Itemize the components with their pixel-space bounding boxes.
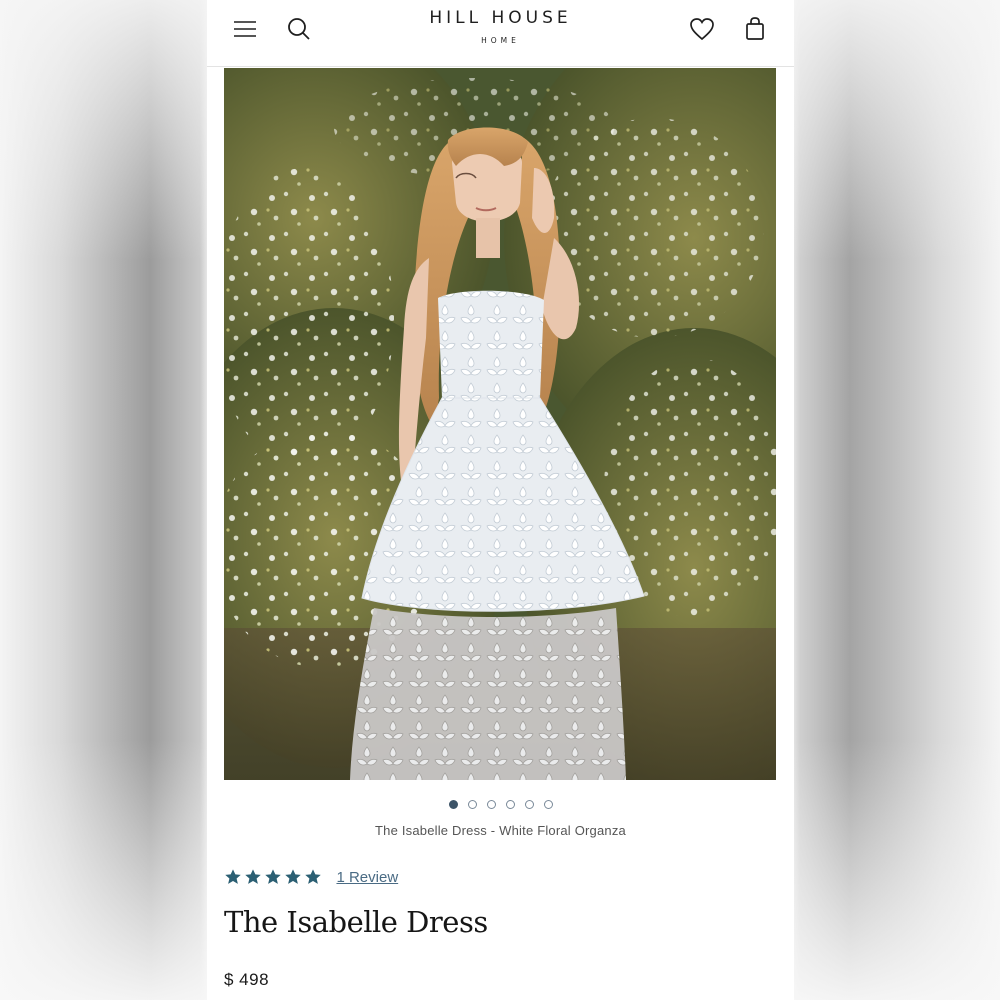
shopping-bag-icon [746,17,764,40]
star-icon [224,868,242,886]
site-header: HILL HOUSE HOME [207,0,794,67]
star-icon [244,868,262,886]
cart-button[interactable] [740,14,770,44]
star-icon [284,868,302,886]
heart-icon [690,18,714,41]
product-title: The Isabelle Dress [224,905,488,939]
image-caption: The Isabelle Dress - White Floral Organz… [375,823,626,838]
product-rating: 1 Review [224,868,398,890]
product-image[interactable] [224,68,776,780]
star-icon [304,868,322,886]
gallery-dot-1[interactable] [448,800,458,809]
gallery-dot-4[interactable] [505,800,515,809]
product-price: $ 498 [224,970,270,989]
rating-stars [224,868,324,886]
gallery-pagination [207,800,794,809]
star-icon [264,868,282,886]
gallery-dot-2[interactable] [467,800,477,809]
gallery-dot-5[interactable] [524,800,534,809]
product-photo-illustration [224,68,776,780]
gallery-dot-3[interactable] [486,800,496,809]
phone-screen: HILL HOUSE HOME The Isabelle Dress - Whi… [207,0,794,1000]
review-link[interactable]: 1 Review [336,869,398,886]
gallery-dot-6[interactable] [543,800,553,809]
wishlist-button[interactable] [687,14,717,44]
